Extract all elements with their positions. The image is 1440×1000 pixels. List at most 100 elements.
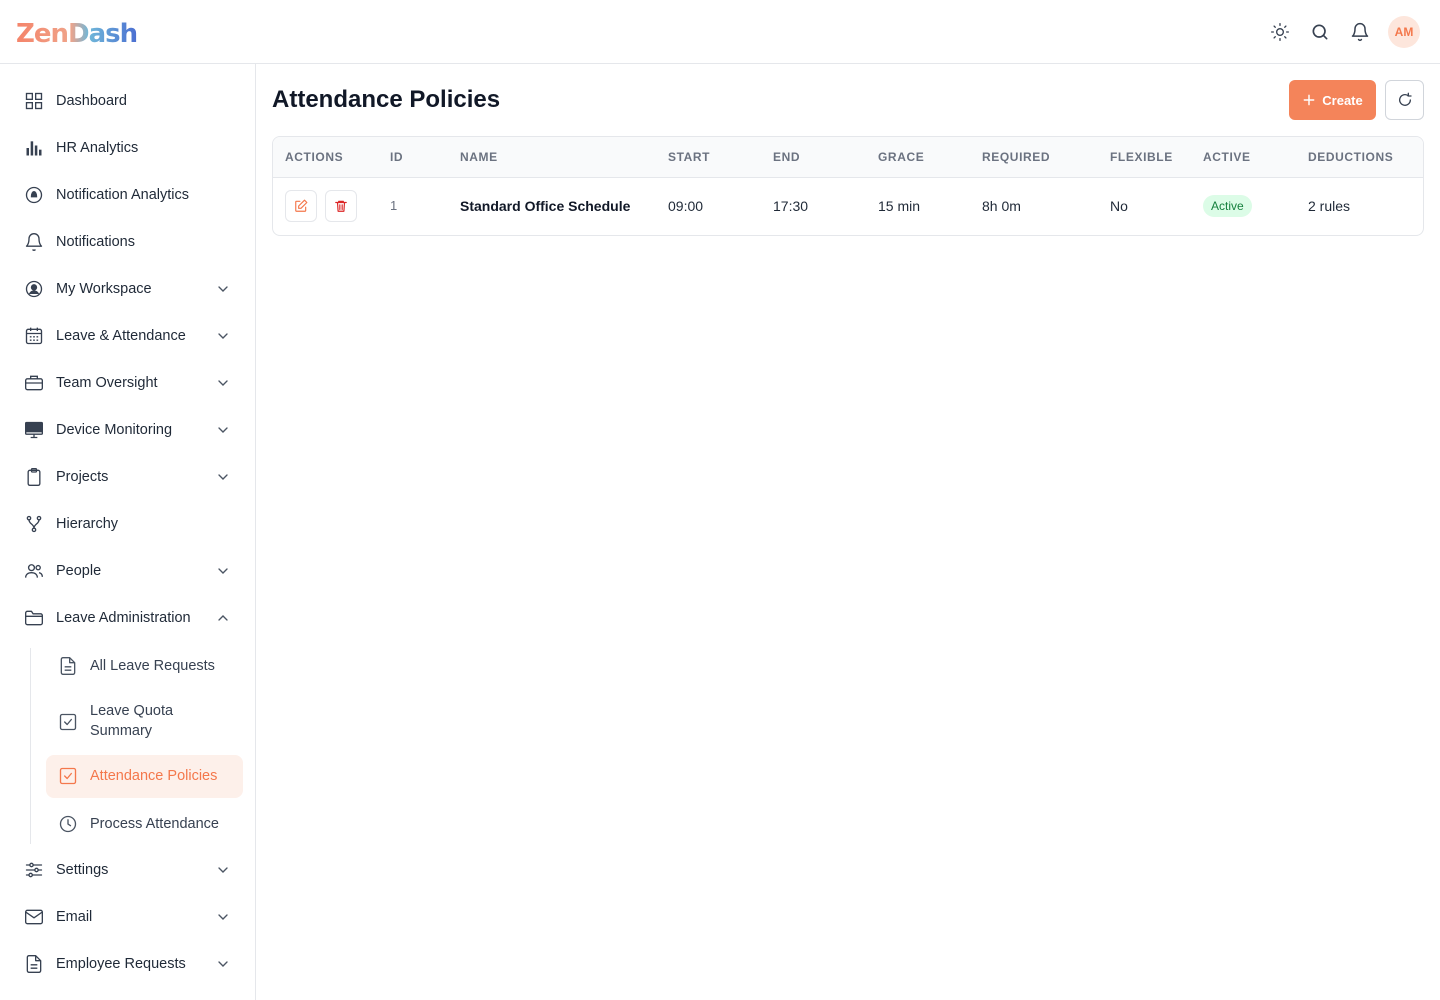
user-circle-icon bbox=[25, 280, 43, 298]
sidebar-item-settings[interactable]: Settings bbox=[12, 848, 243, 892]
sidebar-item-device-monitoring[interactable]: Device Monitoring bbox=[12, 408, 243, 452]
column-header-name[interactable]: NAME bbox=[460, 150, 498, 164]
top-bar: ZenDash AM bbox=[0, 0, 1440, 64]
zendash-logo[interactable]: ZenDash bbox=[16, 16, 140, 49]
avatar[interactable]: AM bbox=[1388, 16, 1420, 48]
chevron-down-icon bbox=[218, 867, 228, 873]
plus-icon bbox=[1303, 94, 1315, 106]
sidebar-item-label: Team Oversight bbox=[56, 375, 158, 391]
create-button[interactable]: Create bbox=[1289, 80, 1376, 120]
sidebar: Dashboard HR Analytics Notification Anal… bbox=[0, 64, 256, 1000]
sidebar-item-employee-requests[interactable]: Employee Requests bbox=[12, 942, 243, 986]
edit-button[interactable] bbox=[285, 190, 317, 222]
column-header-deductions[interactable]: DEDUCTIONS bbox=[1308, 150, 1393, 164]
chevron-down-icon bbox=[218, 961, 228, 967]
sidebar-item-people[interactable]: People bbox=[12, 549, 243, 593]
policies-table: ACTIONS ID NAME START END GRACE REQUIRED… bbox=[272, 136, 1424, 236]
bell-icon bbox=[25, 233, 43, 251]
sidebar-item-email[interactable]: Email bbox=[12, 895, 243, 939]
refresh-icon bbox=[1398, 92, 1412, 106]
cell-grace: 15 min bbox=[878, 198, 921, 214]
sidebar-subitem-attendance-policies[interactable]: Attendance Policies bbox=[46, 755, 243, 798]
column-header-actions[interactable]: ACTIONS bbox=[285, 150, 343, 164]
create-button-label: Create bbox=[1322, 92, 1363, 108]
sidebar-item-dashboard[interactable]: Dashboard bbox=[12, 79, 243, 123]
sidebar-subitem-label-line-1: Leave Quota bbox=[90, 703, 174, 719]
column-header-flexible[interactable]: FLEXIBLE bbox=[1110, 150, 1173, 164]
people-icon bbox=[25, 564, 43, 578]
search-icon[interactable] bbox=[1304, 16, 1336, 48]
document-icon bbox=[26, 955, 42, 973]
chevron-down-icon bbox=[218, 914, 228, 920]
sidebar-item-notification-analytics[interactable]: Notification Analytics bbox=[12, 173, 243, 217]
cell-required: 8h 0m bbox=[982, 198, 1021, 214]
sidebar-item-label: Projects bbox=[56, 469, 109, 485]
sidebar-item-projects[interactable]: Projects bbox=[12, 455, 243, 499]
sidebar-subitem-leave-quota-summary[interactable]: Leave Quota Summary bbox=[46, 692, 243, 752]
briefcase-icon bbox=[25, 375, 43, 391]
sidebar-item-hierarchy[interactable]: Hierarchy bbox=[12, 502, 243, 546]
cell-name: Standard Office Schedule bbox=[460, 198, 631, 214]
chevron-down-icon bbox=[218, 427, 228, 433]
sidebar-item-label: HR Analytics bbox=[56, 140, 139, 156]
grid-icon bbox=[25, 92, 43, 110]
bar-chart-icon bbox=[26, 141, 42, 156]
sidebar-item-label: Settings bbox=[56, 862, 109, 878]
chevron-down-icon bbox=[218, 286, 228, 292]
cell-start: 09:00 bbox=[668, 198, 704, 214]
column-header-end[interactable]: END bbox=[773, 150, 800, 164]
sidebar-item-label: Email bbox=[56, 909, 93, 925]
sidebar-item-notifications[interactable]: Notifications bbox=[12, 220, 243, 264]
svg-text:ZenDash: ZenDash bbox=[16, 19, 137, 48]
sidebar-item-label: Hierarchy bbox=[56, 516, 119, 532]
sidebar-item-label: My Workspace bbox=[56, 281, 152, 297]
folder-icon bbox=[25, 610, 43, 626]
edit-icon bbox=[295, 199, 308, 212]
sidebar-item-label: Employee Requests bbox=[56, 956, 186, 972]
sidebar-item-label: Leave & Attendance bbox=[56, 328, 186, 344]
check-square-icon bbox=[59, 767, 77, 785]
chevron-up-icon bbox=[218, 615, 228, 621]
page-title: Attendance Policies bbox=[272, 86, 501, 113]
sidebar-item-label: People bbox=[56, 563, 102, 579]
sidebar-item-label: Leave Administration bbox=[56, 610, 191, 626]
sidebar-subitem-all-leave-requests[interactable]: All Leave Requests bbox=[46, 644, 243, 688]
sidebar-item-label: Notification Analytics bbox=[56, 187, 189, 203]
notifications-bell-icon[interactable] bbox=[1344, 16, 1376, 48]
submenu-guide-line bbox=[30, 648, 31, 844]
sidebar-item-label: Dashboard bbox=[56, 93, 127, 109]
delete-button[interactable] bbox=[325, 190, 357, 222]
column-header-required[interactable]: REQUIRED bbox=[982, 150, 1050, 164]
sidebar-subitem-process-attendance[interactable]: Process Attendance bbox=[46, 802, 243, 846]
main-content: Attendance Policies Create ACTIONS ID NA… bbox=[256, 64, 1440, 1000]
column-header-grace[interactable]: GRACE bbox=[878, 150, 924, 164]
chevron-down-icon bbox=[218, 474, 228, 480]
sliders-icon bbox=[25, 862, 43, 878]
refresh-button[interactable] bbox=[1385, 80, 1424, 120]
chevron-down-icon bbox=[218, 568, 228, 574]
sidebar-item-leave-attendance[interactable]: Leave & Attendance bbox=[12, 314, 243, 358]
column-header-active[interactable]: ACTIVE bbox=[1203, 150, 1251, 164]
check-square-icon bbox=[59, 713, 77, 731]
sidebar-item-hr-analytics[interactable]: HR Analytics bbox=[12, 126, 243, 170]
monitor-icon bbox=[25, 421, 43, 439]
calendar-icon bbox=[25, 327, 43, 345]
column-header-id[interactable]: ID bbox=[390, 150, 403, 164]
trash-icon bbox=[335, 200, 347, 212]
sidebar-subitem-label-line-2: Summary bbox=[90, 723, 153, 739]
sidebar-item-label: Device Monitoring bbox=[56, 422, 173, 438]
sidebar-item-label: Notifications bbox=[56, 234, 135, 250]
clipboard-icon bbox=[27, 468, 41, 486]
table-row[interactable]: 1 Standard Office Schedule 09:00 17:30 1… bbox=[273, 178, 1423, 235]
theme-toggle-sun-icon[interactable] bbox=[1264, 16, 1296, 48]
column-header-start[interactable]: START bbox=[668, 150, 710, 164]
chevron-down-icon bbox=[218, 333, 228, 339]
sidebar-item-my-workspace[interactable]: My Workspace bbox=[12, 267, 243, 311]
cell-end: 17:30 bbox=[773, 198, 809, 214]
cell-flexible: No bbox=[1110, 198, 1128, 214]
clock-icon bbox=[59, 815, 77, 833]
sidebar-subitem-label: Process Attendance bbox=[90, 816, 219, 832]
sidebar-item-team-oversight[interactable]: Team Oversight bbox=[12, 361, 243, 405]
hierarchy-icon bbox=[26, 515, 42, 533]
sidebar-item-leave-administration[interactable]: Leave Administration bbox=[12, 596, 243, 640]
